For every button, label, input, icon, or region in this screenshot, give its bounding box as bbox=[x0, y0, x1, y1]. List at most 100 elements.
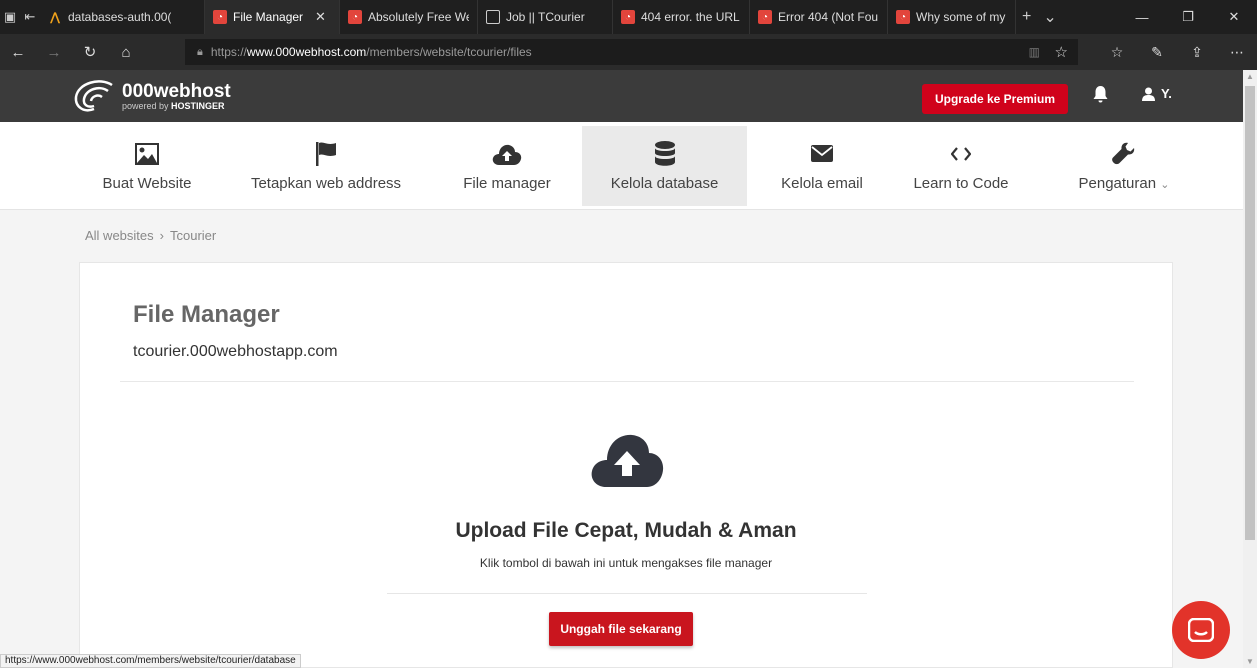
nav-item-buat-website[interactable]: Buat Website bbox=[72, 126, 222, 206]
url-prefix: https:// bbox=[210, 45, 247, 59]
browser-tab[interactable]: Job || TCourier bbox=[478, 0, 613, 34]
nav-item-pengaturan[interactable]: Pengaturan ⌄ bbox=[1060, 126, 1188, 206]
chat-launcher-button[interactable] bbox=[1172, 601, 1230, 659]
000webhost-favicon: ◔ bbox=[213, 10, 227, 24]
nav-label: Buat Website bbox=[102, 174, 192, 192]
pen-icon[interactable]: ✎ bbox=[1137, 44, 1177, 61]
upload-hint: Klik tombol di bawah ini untuk mengakses… bbox=[479, 556, 773, 570]
close-tab-icon[interactable]: ✕ bbox=[315, 9, 326, 25]
breadcrumb-separator: › bbox=[159, 228, 164, 243]
breadcrumb-current: Tcourier bbox=[169, 228, 217, 243]
site-domain: tcourier.000webhostapp.com bbox=[133, 343, 338, 360]
browser-tab-strip: ▣ ⇤ ⋀ databases-auth.00( ◔ File Manager … bbox=[0, 0, 1257, 34]
brand-name: 000webhost bbox=[122, 81, 231, 102]
user-name: Y. bbox=[1161, 86, 1172, 101]
nav-label-with-chevron: Pengaturan ⌄ bbox=[1078, 174, 1170, 192]
000webhost-favicon: ◔ bbox=[896, 10, 910, 24]
000webhost-logo-icon: ⋀ bbox=[49, 10, 61, 24]
home-icon[interactable]: ⌂ bbox=[108, 44, 144, 61]
share-icon[interactable]: ⇪ bbox=[1177, 44, 1217, 61]
nav-item-kelola-database[interactable]: Kelola database bbox=[582, 126, 747, 206]
set-tabs-aside-icon[interactable]: ⇤ bbox=[20, 0, 40, 34]
file-manager-card: File Manager tcourier.000webhostapp.com … bbox=[79, 262, 1173, 668]
tab-label: File Manager bbox=[233, 10, 304, 24]
upgrade-premium-button[interactable]: Upgrade ke Premium bbox=[922, 84, 1068, 114]
nav-item-tetapkan-web-address[interactable]: Tetapkan web address bbox=[236, 126, 416, 206]
site-header: 000webhost powered by HOSTINGER Upgrade … bbox=[0, 70, 1243, 122]
000webhost-favicon: ◔ bbox=[621, 10, 635, 24]
restore-icon[interactable]: ❐ bbox=[1165, 0, 1211, 34]
scroll-up-icon[interactable]: ▲ bbox=[1243, 72, 1257, 81]
nav-label: Learn to Code bbox=[913, 174, 1009, 192]
tab-label: Error 404 (Not Fou bbox=[778, 10, 879, 24]
cloud-upload-icon bbox=[492, 141, 522, 167]
flag-icon bbox=[315, 141, 337, 167]
chevron-down-icon: ⌄ bbox=[1160, 178, 1170, 191]
chat-icon bbox=[1188, 618, 1214, 642]
cloud-upload-icon bbox=[590, 431, 664, 492]
tab-label: 404 error. the URL bbox=[641, 10, 740, 24]
tab-label: Why some of my w bbox=[916, 10, 1007, 24]
reading-view-icon[interactable]: ▥ bbox=[1029, 45, 1040, 59]
tab-label: Job || TCourier bbox=[506, 10, 585, 24]
tab-preview-chevron-icon[interactable]: ⌄ bbox=[1037, 0, 1062, 34]
bell-icon[interactable] bbox=[1093, 86, 1108, 108]
scroll-down-icon[interactable]: ▼ bbox=[1243, 657, 1257, 666]
nav-item-kelola-email[interactable]: Kelola email bbox=[766, 126, 878, 206]
nav-label: File manager bbox=[463, 174, 551, 192]
breadcrumb: All websites › Tcourier bbox=[85, 228, 216, 243]
000webhost-favicon: ◔ bbox=[758, 10, 772, 24]
page-title: File Manager bbox=[133, 301, 280, 328]
tab-label: databases-auth.00( bbox=[68, 10, 172, 24]
wrench-icon bbox=[1112, 141, 1136, 167]
browser-tab-active[interactable]: ◔ File Manager ✕ bbox=[205, 0, 340, 34]
browser-tab[interactable]: ◔ Why some of my w bbox=[888, 0, 1016, 34]
scrollbar-thumb[interactable] bbox=[1245, 86, 1255, 540]
envelope-icon bbox=[811, 141, 833, 167]
divider bbox=[120, 381, 1134, 382]
logo[interactable]: 000webhost powered by HOSTINGER bbox=[72, 79, 231, 115]
upload-files-button[interactable]: Unggah file sekarang bbox=[549, 612, 693, 646]
forward-icon[interactable]: → bbox=[36, 44, 72, 61]
back-icon[interactable]: ← bbox=[0, 44, 36, 61]
code-icon bbox=[951, 141, 971, 167]
main-nav: Buat Website Tetapkan web address File m… bbox=[0, 122, 1243, 210]
browser-toolbar-right: ☆ ✎ ⇪ ⋯ bbox=[1097, 34, 1257, 70]
close-window-icon[interactable]: ✕ bbox=[1211, 0, 1257, 34]
minimize-icon[interactable]: — bbox=[1119, 0, 1165, 34]
more-icon[interactable]: ⋯ bbox=[1217, 44, 1257, 61]
url-host: www.000webhost.com bbox=[246, 45, 367, 59]
upload-heading: Upload File Cepat, Mudah & Aman bbox=[455, 519, 797, 542]
browser-tab[interactable]: ⋀ databases-auth.00( bbox=[40, 0, 205, 34]
page-scrollbar[interactable]: ▲ ▼ bbox=[1243, 70, 1257, 668]
new-tab-icon[interactable]: + bbox=[1016, 0, 1037, 34]
tab-actions-icon[interactable]: ▣ bbox=[0, 0, 20, 34]
favorites-list-icon[interactable]: ☆ bbox=[1097, 44, 1137, 61]
tab-label: Absolutely Free We bbox=[368, 10, 469, 24]
database-icon bbox=[654, 140, 676, 167]
nav-label: Kelola email bbox=[781, 174, 863, 192]
nav-label: Tetapkan web address bbox=[250, 174, 402, 192]
nav-item-learn-to-code[interactable]: Learn to Code bbox=[906, 126, 1016, 206]
browser-tab[interactable]: ◔ 404 error. the URL bbox=[613, 0, 750, 34]
nav-item-file-manager[interactable]: File manager bbox=[446, 126, 568, 206]
lock-icon: 🔒︎ bbox=[197, 45, 203, 58]
nav-label: Kelola database bbox=[610, 174, 719, 192]
browser-tab[interactable]: ◔ Error 404 (Not Fou bbox=[750, 0, 888, 34]
status-bar-url: https://www.000webhost.com/members/websi… bbox=[0, 654, 301, 668]
swirl-logo-icon bbox=[74, 80, 113, 112]
page-icon bbox=[486, 10, 500, 24]
browser-tab[interactable]: ◔ Absolutely Free We bbox=[340, 0, 478, 34]
favorite-star-icon[interactable]: ☆ bbox=[1055, 43, 1068, 61]
breadcrumb-all-websites[interactable]: All websites bbox=[85, 228, 154, 243]
divider bbox=[387, 593, 867, 594]
image-icon bbox=[135, 141, 159, 167]
url-path: /members/website/tcourier/files bbox=[366, 45, 532, 59]
powered-by: powered by HOSTINGER bbox=[122, 101, 225, 111]
user-menu[interactable]: Y. bbox=[1142, 86, 1172, 101]
window-controls: — ❐ ✕ bbox=[1119, 0, 1257, 34]
000webhost-favicon: ◔ bbox=[348, 10, 362, 24]
refresh-icon[interactable]: ↻ bbox=[72, 43, 108, 61]
url-field[interactable]: 🔒︎ https://www.000webhost.com/members/we… bbox=[185, 39, 1078, 65]
user-icon bbox=[1142, 87, 1155, 101]
